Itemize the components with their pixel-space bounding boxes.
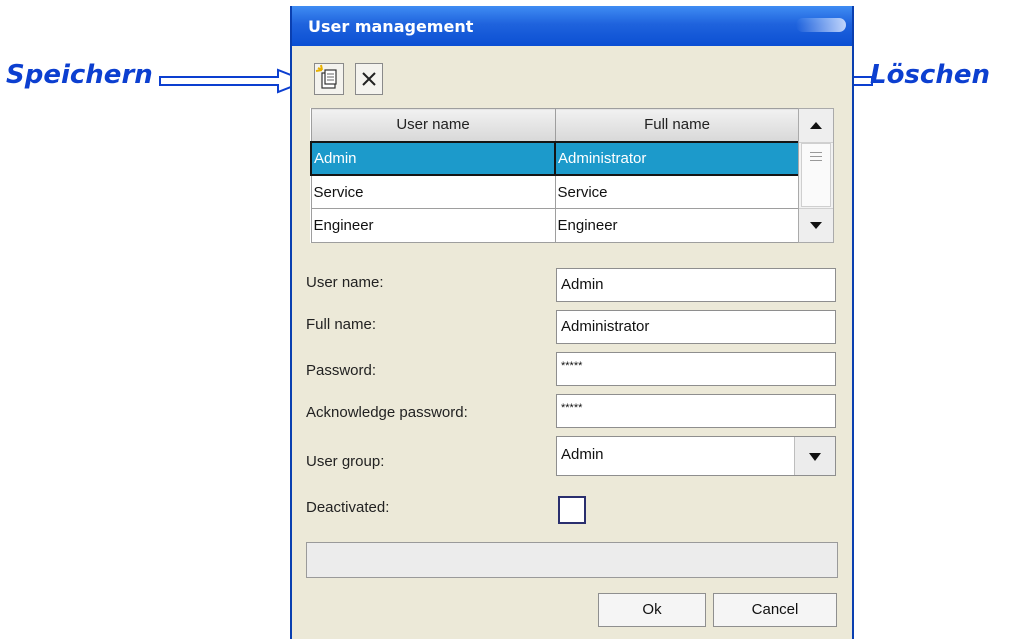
password-label: Password: (306, 362, 377, 379)
scroll-down-button[interactable] (799, 208, 833, 242)
user-group-value: Admin (561, 446, 604, 463)
loeschen-annotation: Löschen (870, 60, 990, 90)
speichern-annotation: Speichern (6, 60, 153, 90)
full-name-field[interactable]: Administrator (556, 310, 836, 344)
ok-button[interactable]: Ok (598, 593, 706, 627)
user-name-field[interactable]: Admin (556, 268, 836, 302)
save-annotation-arrow (159, 68, 309, 94)
user-table: User name Full name Admin Administrator … (310, 108, 800, 243)
status-bar (306, 542, 838, 578)
cell-user-name[interactable]: Engineer (310, 208, 556, 243)
cell-full-name[interactable]: Service (554, 174, 800, 210)
column-header-full-name[interactable]: Full name (554, 108, 800, 142)
window-title: User management (308, 17, 474, 36)
arrow-up-icon (810, 122, 822, 129)
scroll-thumb[interactable] (801, 143, 831, 207)
table-row[interactable]: Service Service (310, 174, 800, 210)
delete-user-button[interactable] (355, 63, 383, 95)
user-group-select[interactable]: Admin (556, 436, 836, 476)
user-group-label: User group: (306, 453, 385, 470)
new-user-button[interactable] (314, 63, 344, 95)
cell-user-name[interactable]: Service (310, 174, 556, 210)
scroll-up-button[interactable] (799, 109, 833, 143)
deactivated-label: Deactivated: (306, 499, 390, 516)
acknowledge-password-label: Acknowledge password: (306, 404, 468, 421)
cell-user-name[interactable]: Admin (310, 140, 556, 177)
user-name-label: User name: (306, 274, 384, 291)
password-field[interactable]: ***** (556, 352, 836, 386)
arrow-down-icon (810, 222, 822, 229)
deactivated-checkbox[interactable] (558, 496, 586, 524)
chevron-down-icon (809, 453, 821, 461)
column-header-user-name[interactable]: User name (310, 108, 556, 142)
acknowledge-password-field[interactable]: ***** (556, 394, 836, 428)
title-bar-highlight (796, 18, 846, 32)
table-row[interactable]: Admin Administrator (310, 140, 800, 177)
cell-full-name[interactable]: Engineer (554, 208, 800, 243)
table-row[interactable]: Engineer Engineer (310, 208, 800, 243)
user-group-dropdown-button[interactable] (794, 437, 835, 475)
cell-full-name[interactable]: Administrator (554, 140, 800, 177)
table-scrollbar[interactable] (798, 108, 834, 243)
cancel-button[interactable]: Cancel (713, 593, 837, 627)
title-bar: User management (292, 6, 852, 46)
user-management-window: User management User name Full name Admi… (290, 6, 854, 639)
table-header-row: User name Full name (310, 108, 800, 142)
grip-icon (810, 152, 822, 164)
delete-x-icon (362, 72, 376, 86)
new-document-icon (315, 64, 337, 89)
full-name-label: Full name: (306, 316, 377, 333)
